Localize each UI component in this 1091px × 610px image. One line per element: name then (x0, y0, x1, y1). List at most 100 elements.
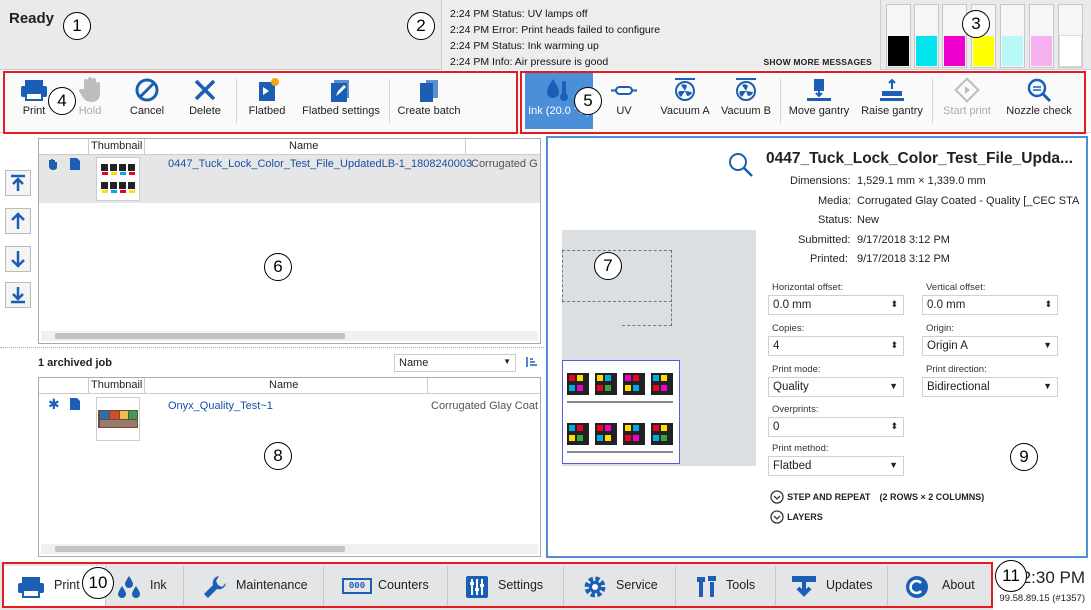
print-method-label: Print method: (772, 443, 829, 454)
nav-maintenance[interactable]: Maintenance (184, 566, 324, 606)
archived-count: 1 archived job (38, 357, 112, 369)
callout-3: 3 (962, 10, 990, 38)
ink-level-w (1058, 4, 1083, 68)
table-row[interactable]: ✱ Onyx_Quality_Test~1 Corrugated Glay Co… (39, 395, 540, 443)
layers-expander[interactable]: LAYERS (770, 510, 823, 524)
move-up-button[interactable] (5, 208, 31, 234)
move-to-top-icon (11, 174, 25, 191)
print-direction-select[interactable]: Bidirectional ▼ (922, 377, 1058, 397)
origin-value: Origin A (927, 340, 968, 352)
vertical-offset-label: Vertical offset: (926, 282, 986, 293)
vacuum-b-label: Vacuum B (721, 105, 771, 117)
flatbed-icon (259, 78, 279, 101)
expand-icon (770, 490, 784, 504)
nav-about-label: About (942, 578, 975, 592)
overprints-input[interactable]: 0 ⬍ (768, 417, 904, 437)
nozzle-check-button[interactable]: Nozzle check (1002, 71, 1076, 129)
start-print-button[interactable]: Start print (936, 71, 998, 129)
job-thumbnail (96, 157, 140, 201)
callout-6: 6 (264, 253, 292, 281)
horizontal-offset-value: 0.0 mm (773, 299, 812, 311)
archive-sort-select[interactable]: Name ▼ (394, 354, 516, 372)
chevron-down-icon: ▼ (1043, 340, 1052, 350)
print-mode-label: Print mode: (772, 364, 821, 375)
media-value: Corrugated Glay Coated - Quality [_CEC S… (857, 195, 1080, 207)
ink-level-m (942, 4, 967, 68)
fan-icon (675, 78, 695, 101)
vertical-offset-input[interactable]: 0.0 mm ⬍ (922, 295, 1058, 315)
nav-ink[interactable]: Ink (106, 566, 184, 606)
ink-level-lc (1000, 4, 1025, 68)
expand-icon (770, 510, 784, 524)
column-name[interactable]: Name (269, 379, 298, 391)
print-queue-table: Thumbnail Name 0447_Tuck_Lock_Color_Test… (38, 138, 541, 344)
nav-updates[interactable]: Updates (776, 566, 888, 606)
hold-hand-icon (49, 159, 57, 170)
job-name[interactable]: Onyx_Quality_Test~1 (168, 400, 273, 412)
nav-tools[interactable]: Tools (676, 566, 776, 606)
ink-levels (884, 4, 1089, 68)
flatbed-settings-icon (331, 80, 349, 102)
move-gantry-label: Move gantry (788, 105, 850, 117)
nav-counters[interactable]: 000 Counters (324, 566, 448, 606)
move-to-bottom-button[interactable] (5, 282, 31, 308)
step-and-repeat-label: STEP AND REPEAT (787, 491, 871, 502)
hand-icon (78, 77, 100, 102)
column-name[interactable]: Name (289, 140, 318, 152)
gear-icon (584, 576, 606, 598)
create-batch-button[interactable]: Create batch (393, 71, 465, 129)
vacuum-b-button[interactable]: Vacuum B (717, 71, 775, 129)
job-name[interactable]: 0447_Tuck_Lock_Color_Test_File_UpdatedLB… (168, 158, 472, 170)
move-to-top-button[interactable] (5, 170, 31, 196)
job-status-value: New (857, 214, 880, 226)
raise-gantry-button[interactable]: Raise gantry (856, 71, 928, 129)
print-method-select[interactable]: Flatbed ▼ (768, 456, 904, 476)
uv-button[interactable]: UV (601, 71, 647, 129)
clock-time: 2:30 PM (1021, 568, 1085, 587)
nav-about[interactable]: About (888, 566, 992, 606)
vertical-offset-value: 0.0 mm (927, 299, 966, 311)
print-direction-value: Bidirectional (927, 381, 990, 393)
counter-icon: 000 (342, 578, 372, 594)
flatbed-settings-button[interactable]: Flatbed settings (297, 71, 385, 129)
zoom-icon[interactable] (728, 152, 754, 178)
table-row[interactable]: 0447_Tuck_Lock_Color_Test_File_UpdatedLB… (39, 155, 540, 203)
horizontal-scrollbar[interactable] (41, 331, 538, 341)
origin-select[interactable]: Origin A ▼ (922, 336, 1058, 356)
job-media: Corrugated Glay Coat (431, 400, 538, 412)
callout-1: 1 (63, 12, 91, 40)
stepper-icon: ⬍ (890, 340, 898, 350)
copies-label: Copies: (772, 323, 805, 334)
batch-icon (420, 80, 438, 102)
chevron-down-icon: ▼ (1043, 381, 1052, 391)
fan-icon (736, 78, 756, 101)
nav-settings[interactable]: Settings (448, 566, 564, 606)
column-thumbnail[interactable]: Thumbnail (91, 379, 142, 391)
step-and-repeat-expander[interactable]: STEP AND REPEAT (2 ROWS × 2 COLUMNS) (770, 490, 984, 504)
column-thumbnail[interactable]: Thumbnail (91, 140, 142, 152)
cancel-label: Cancel (129, 105, 165, 117)
splitter[interactable] (0, 347, 544, 349)
raise-gantry-icon (880, 78, 904, 101)
cancel-button[interactable]: Cancel (122, 71, 172, 129)
job-preview (562, 230, 756, 466)
delete-button[interactable]: Delete (182, 71, 228, 129)
move-gantry-button[interactable]: Move gantry (785, 71, 853, 129)
vacuum-a-button[interactable]: Vacuum A (655, 71, 715, 129)
stepper-icon: ⬍ (890, 421, 898, 431)
close-icon (194, 79, 216, 101)
move-down-button[interactable] (5, 246, 31, 272)
overprints-label: Overprints: (772, 404, 819, 415)
flatbed-button[interactable]: Flatbed (243, 71, 291, 129)
print-mode-select[interactable]: Quality ▼ (768, 377, 904, 397)
nav-ink-label: Ink (150, 578, 167, 592)
nav-settings-label: Settings (498, 578, 544, 592)
show-more-messages-link[interactable]: SHOW MORE MESSAGES (764, 57, 872, 67)
layers-label: LAYERS (787, 511, 823, 522)
horizontal-scrollbar[interactable] (41, 544, 538, 554)
horizontal-offset-input[interactable]: 0.0 mm ⬍ (768, 295, 904, 315)
job-detail-panel: 0447_Tuck_Lock_Color_Test_File_Upda... D… (546, 136, 1088, 558)
sort-order-icon[interactable] (525, 355, 539, 369)
nav-service[interactable]: Service (564, 566, 676, 606)
copies-input[interactable]: 4 ⬍ (768, 336, 904, 356)
